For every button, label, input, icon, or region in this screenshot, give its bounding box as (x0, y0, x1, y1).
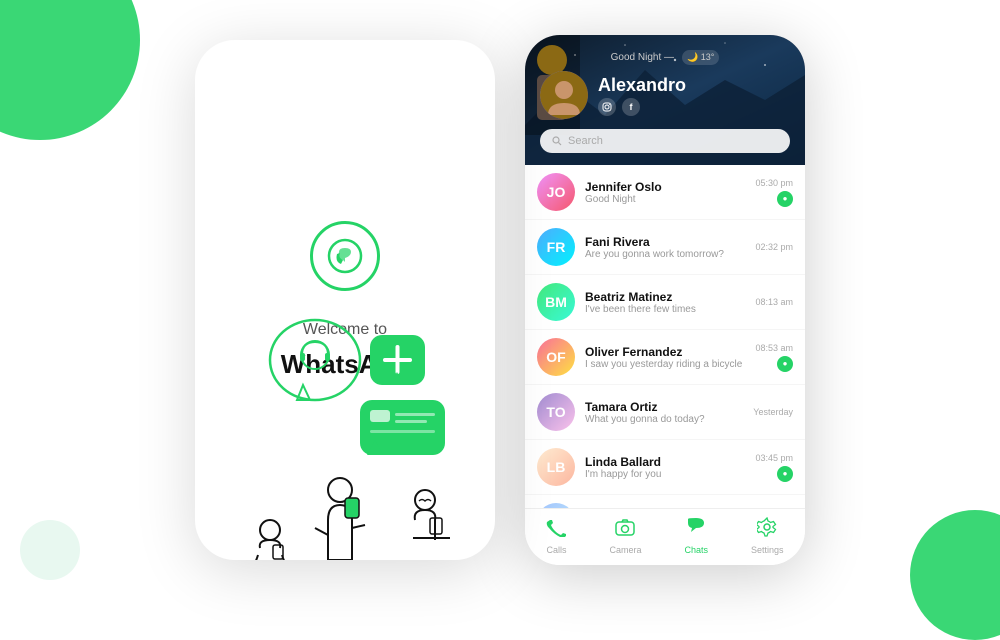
chats-nav-label: Chats (684, 545, 708, 555)
chat-item[interactable]: TG Thiago Garner Did you call Leonard? 0… (525, 495, 805, 508)
chat-meta: 08:53 am ● (755, 343, 793, 372)
chat-content: Jennifer Oslo Good Night (585, 180, 745, 205)
social-icons: f (598, 98, 790, 116)
good-night-label: Good Night — (611, 52, 674, 63)
main-container: Welcome to WhatsApp (30, 30, 970, 570)
phone-header: Good Night — 🌙 13° Alexandro (525, 35, 805, 165)
instagram-icon[interactable] (598, 98, 616, 116)
calls-nav-icon (546, 517, 566, 542)
chat-name: Tamara Ortiz (585, 400, 743, 414)
unread-badge: ● (777, 356, 793, 372)
chat-name: Jennifer Oslo (585, 180, 745, 194)
chat-meta: Yesterday (753, 407, 793, 417)
search-placeholder: Search (568, 135, 603, 147)
chat-time: Yesterday (753, 407, 793, 417)
chat-item[interactable]: JO Jennifer Oslo Good Night 05:30 pm ● (525, 165, 805, 220)
chats-nav-icon (686, 517, 706, 542)
profile-avatar (540, 71, 588, 119)
chat-avatar: LB (537, 448, 575, 486)
nav-item-calls[interactable]: Calls (546, 517, 566, 555)
chat-avatar: JO (537, 173, 575, 211)
camera-nav-icon (615, 517, 635, 542)
chat-item[interactable]: BM Beatriz Matinez I've been there few t… (525, 275, 805, 330)
chat-time: 02:32 pm (755, 242, 793, 252)
phone-right: Good Night — 🌙 13° Alexandro (525, 35, 805, 565)
facebook-icon[interactable]: f (622, 98, 640, 116)
chat-item[interactable]: LB Linda Ballard I'm happy for you 03:45… (525, 440, 805, 495)
settings-nav-label: Settings (751, 545, 784, 555)
chat-meta: 02:32 pm (755, 242, 793, 252)
calls-nav-label: Calls (546, 545, 566, 555)
chat-preview: Are you gonna work tomorrow? (585, 249, 745, 260)
chat-preview: I've been there few times (585, 304, 745, 315)
chat-meta: 03:45 pm ● (755, 453, 793, 482)
chat-meta: 05:30 pm ● (755, 178, 793, 207)
chat-avatar: BM (537, 283, 575, 321)
chat-preview: I saw you yesterday riding a bicycle (585, 359, 745, 370)
chat-name: Beatriz Matinez (585, 290, 745, 304)
chat-time: 05:30 pm (755, 178, 793, 188)
chat-list: JO Jennifer Oslo Good Night 05:30 pm ● F… (525, 165, 805, 508)
profile-info: Alexandro f (598, 75, 790, 116)
weather-badge: 🌙 13° (682, 50, 719, 65)
unread-badge: ● (777, 466, 793, 482)
nav-item-settings[interactable]: Settings (751, 517, 784, 555)
chat-time: 08:13 am (755, 297, 793, 307)
chat-content: Oliver Fernandez I saw you yesterday rid… (585, 345, 745, 370)
chat-preview: What you gonna do today? (585, 414, 743, 425)
illustration (195, 280, 495, 560)
chat-time: 03:45 pm (755, 453, 793, 463)
chat-name: Linda Ballard (585, 455, 745, 469)
profile-name: Alexandro (598, 75, 790, 96)
chat-avatar: FR (537, 228, 575, 266)
chat-content: Beatriz Matinez I've been there few time… (585, 290, 745, 315)
chat-preview: I'm happy for you (585, 469, 745, 480)
chat-avatar: OF (537, 338, 575, 376)
header-profile: Alexandro f (540, 71, 790, 119)
chat-avatar: TO (537, 393, 575, 431)
nav-item-chats[interactable]: Chats (684, 517, 708, 555)
chat-content: Tamara Ortiz What you gonna do today? (585, 400, 743, 425)
chat-item[interactable]: OF Oliver Fernandez I saw you yesterday … (525, 330, 805, 385)
chat-meta: 08:13 am (755, 297, 793, 307)
chat-name: Fani Rivera (585, 235, 745, 249)
chat-time: 08:53 am (755, 343, 793, 353)
nav-item-camera[interactable]: Camera (609, 517, 641, 555)
bottom-nav: Calls Camera Chats Settings (525, 508, 805, 565)
camera-nav-label: Camera (609, 545, 641, 555)
unread-badge: ● (777, 191, 793, 207)
settings-nav-icon (757, 517, 777, 542)
search-bar[interactable]: Search (540, 129, 790, 153)
chat-content: Fani Rivera Are you gonna work tomorrow? (585, 235, 745, 260)
chat-content: Linda Ballard I'm happy for you (585, 455, 745, 480)
phone-left: Welcome to WhatsApp (195, 40, 495, 560)
chat-preview: Good Night (585, 194, 745, 205)
header-top: Good Night — 🌙 13° (540, 50, 790, 65)
chat-item[interactable]: TO Tamara Ortiz What you gonna do today?… (525, 385, 805, 440)
chat-name: Oliver Fernandez (585, 345, 745, 359)
chat-item[interactable]: FR Fani Rivera Are you gonna work tomorr… (525, 220, 805, 275)
